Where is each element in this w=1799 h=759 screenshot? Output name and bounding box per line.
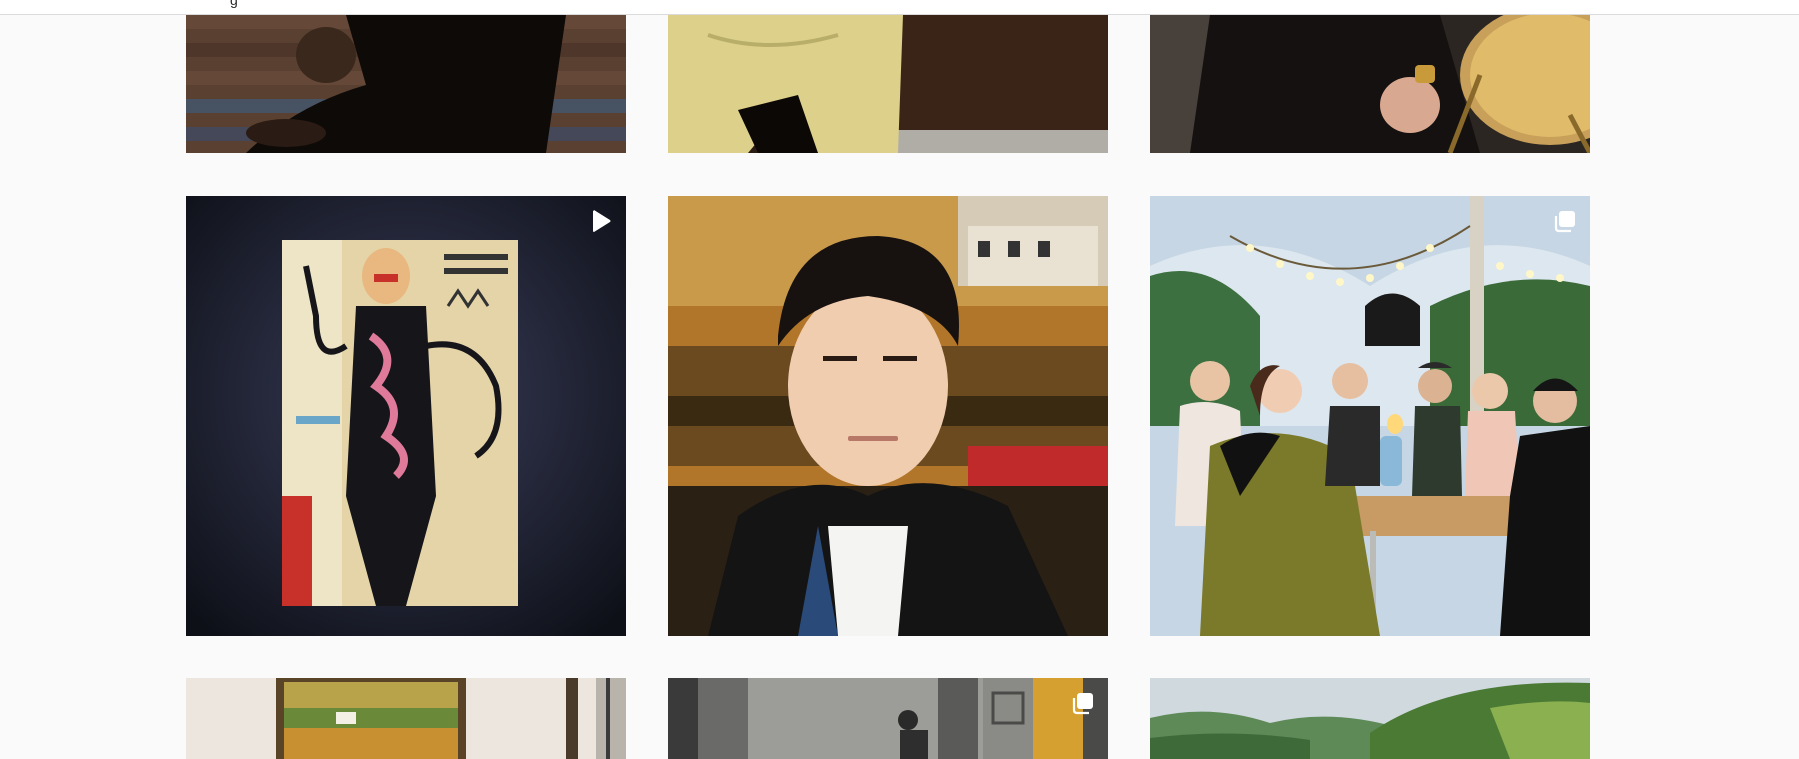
- post-image: [1150, 196, 1590, 636]
- post-tile-black-dog-hand[interactable]: [1150, 15, 1590, 153]
- post-image: [186, 678, 626, 759]
- video-play-icon: [593, 210, 611, 232]
- carousel-icon: [1554, 211, 1575, 233]
- post-tile-patterned-wall-person[interactable]: [668, 678, 1108, 759]
- top-navigation-bar: g: [0, 0, 1799, 15]
- post-tile-basquiat-painting[interactable]: [186, 196, 626, 636]
- post-tile-mountain-forest[interactable]: [1150, 678, 1590, 759]
- post-tile-yellow-pants[interactable]: [668, 15, 1108, 153]
- post-image: [186, 196, 626, 636]
- post-image: [668, 678, 1108, 759]
- post-tile-framed-landscape[interactable]: [186, 678, 626, 759]
- post-image: [1150, 15, 1590, 153]
- post-tile-dog-on-deck[interactable]: [186, 15, 626, 153]
- post-image: [1150, 678, 1590, 759]
- carousel-icon: [1072, 693, 1093, 715]
- post-image: [186, 15, 626, 153]
- post-image: [668, 196, 1108, 636]
- post-tile-selfie-painting-bg[interactable]: [668, 196, 1108, 636]
- post-image: [668, 15, 1108, 153]
- truncated-nav-text: g: [230, 0, 238, 8]
- post-tile-group-dinner-tent[interactable]: [1150, 196, 1590, 636]
